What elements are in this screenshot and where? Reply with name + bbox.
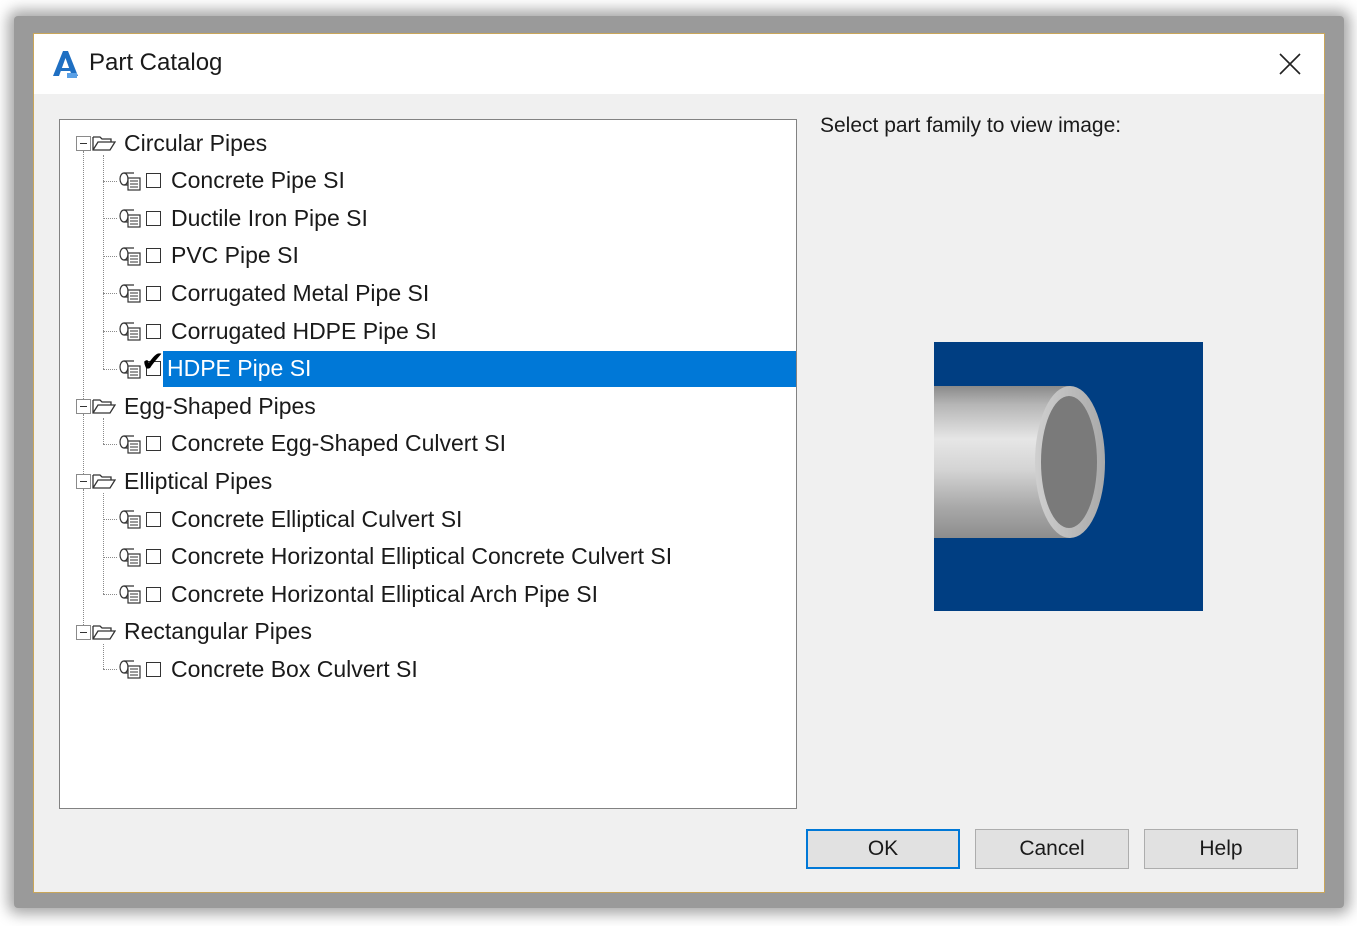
- tree-item[interactable]: Concrete Box Culvert SI: [118, 651, 418, 687]
- tree-connector: [103, 418, 104, 444]
- tree-item-label: Concrete Elliptical Culvert SI: [171, 505, 463, 532]
- pipe-part-icon: [119, 209, 141, 228]
- collapse-toggle[interactable]: [76, 136, 91, 151]
- tree-item[interactable]: Corrugated HDPE Pipe SI: [118, 313, 437, 349]
- tree-item-label: HDPE Pipe SI: [163, 350, 796, 387]
- tree-item[interactable]: Concrete Horizontal Elliptical Arch Pipe…: [118, 576, 598, 612]
- tree-group[interactable]: Rectangular Pipes: [92, 614, 312, 650]
- collapse-toggle[interactable]: [76, 624, 91, 640]
- tree-item-label: PVC Pipe SI: [171, 242, 299, 269]
- tree-connector: [103, 643, 104, 670]
- tree-item-label: Concrete Pipe SI: [171, 167, 345, 194]
- close-icon: [1279, 53, 1301, 75]
- include-checkbox[interactable]: [146, 549, 161, 565]
- window-title: Part Catalog: [89, 49, 223, 76]
- title-bar: Part Catalog: [34, 34, 1324, 94]
- include-checkbox[interactable]: [146, 323, 161, 339]
- tree-connector: [103, 519, 117, 520]
- tree-connector: [103, 669, 117, 671]
- tree-item-label: Corrugated Metal Pipe SI: [171, 279, 430, 306]
- include-checkbox[interactable]: [146, 661, 161, 677]
- pipe-part-icon: [119, 359, 141, 379]
- tree-connector: [103, 493, 104, 595]
- open-folder-icon: [92, 399, 116, 414]
- tree-connector: [83, 151, 84, 400]
- pipe-part-icon: [119, 660, 141, 679]
- tree-item[interactable]: Corrugated Metal Pipe SI: [118, 275, 429, 311]
- tree-group-label: Circular Pipes: [124, 129, 268, 156]
- tree-connector: [103, 255, 117, 257]
- include-checkbox[interactable]: [146, 210, 161, 226]
- close-button[interactable]: [1270, 44, 1310, 84]
- open-folder-icon: [92, 474, 116, 490]
- tree-group-label: Egg-Shaped Pipes: [124, 392, 316, 419]
- open-folder-icon: [92, 625, 116, 640]
- tree-item[interactable]: Ductile Iron Pipe SI: [118, 200, 368, 236]
- pipe-part-icon: [119, 510, 141, 529]
- include-checkbox[interactable]: [146, 511, 161, 527]
- tree-group-label: Elliptical Pipes: [124, 467, 273, 494]
- pipe-preview-graphic: [934, 386, 1105, 538]
- include-checkbox[interactable]: [146, 285, 161, 301]
- pipe-part-icon: [119, 171, 141, 191]
- open-folder-icon: [92, 136, 116, 151]
- tree-item[interactable]: Concrete Pipe SI: [118, 163, 345, 199]
- pipe-part-icon: [119, 585, 141, 604]
- tree-connector: [103, 155, 104, 369]
- pipe-part-icon: [119, 435, 141, 454]
- tree-item[interactable]: ✔ HDPE Pipe SI: [118, 348, 796, 387]
- tree-item-label: Concrete Horizontal Elliptical Concrete …: [171, 543, 673, 570]
- tree-connector: [103, 293, 117, 295]
- collapse-toggle[interactable]: [76, 474, 91, 490]
- collapse-toggle[interactable]: [76, 399, 91, 415]
- tree-connector: [103, 556, 117, 558]
- include-checkbox[interactable]: [146, 248, 161, 264]
- pipe-part-icon: [119, 322, 141, 341]
- tree-group[interactable]: Elliptical Pipes: [92, 463, 272, 499]
- tree-item-label: Concrete Egg-Shaped Culvert SI: [171, 430, 506, 457]
- pipe-part-icon: [119, 284, 141, 303]
- autocad-app-icon: [53, 51, 78, 78]
- pipe-part-icon: [119, 247, 141, 266]
- tree-connector: [83, 414, 84, 475]
- tree-group[interactable]: Circular Pipes: [92, 125, 267, 161]
- include-checkbox[interactable]: [146, 173, 161, 189]
- tree-group[interactable]: Egg-Shaped Pipes: [92, 388, 316, 424]
- tree-connector: [103, 331, 117, 332]
- part-family-tree[interactable]: Circular Pipes Concrete Pipe SI Ductile Ir…: [59, 119, 797, 809]
- checkmark-icon: ✔: [141, 346, 165, 378]
- pipe-part-icon: [119, 547, 141, 567]
- cancel-button[interactable]: Cancel: [975, 829, 1129, 869]
- part-catalog-dialog: Part Catalog Circular Pipes Concrete Pipe…: [33, 33, 1325, 893]
- tree-item[interactable]: PVC Pipe SI: [118, 238, 299, 274]
- tree-item[interactable]: Concrete Horizontal Elliptical Concrete …: [118, 539, 672, 575]
- tree-group-label: Rectangular Pipes: [124, 618, 312, 645]
- tree-connector: [103, 180, 117, 182]
- include-checkbox[interactable]: [146, 586, 161, 602]
- preview-prompt: Select part family to view image:: [820, 114, 1122, 137]
- tree-connector: [103, 368, 117, 370]
- tree-connector: [83, 489, 84, 625]
- include-checkbox[interactable]: ✔: [141, 348, 164, 377]
- tree-item-label: Ductile Iron Pipe SI: [171, 204, 368, 231]
- tree-item-label: Concrete Box Culvert SI: [171, 655, 418, 682]
- include-checkbox[interactable]: [146, 436, 161, 452]
- tree-item-label: Concrete Horizontal Elliptical Arch Pipe…: [171, 580, 598, 607]
- help-button[interactable]: Help: [1144, 829, 1298, 869]
- part-preview-image: [934, 342, 1203, 611]
- tree-connector: [103, 594, 117, 596]
- tree-connector: [103, 218, 117, 220]
- tree-item-label: Corrugated HDPE Pipe SI: [171, 317, 437, 344]
- tree-connector: [103, 443, 117, 445]
- tree-item[interactable]: Concrete Elliptical Culvert SI: [118, 501, 462, 537]
- ok-button[interactable]: OK: [806, 829, 960, 869]
- tree-item[interactable]: Concrete Egg-Shaped Culvert SI: [118, 426, 506, 462]
